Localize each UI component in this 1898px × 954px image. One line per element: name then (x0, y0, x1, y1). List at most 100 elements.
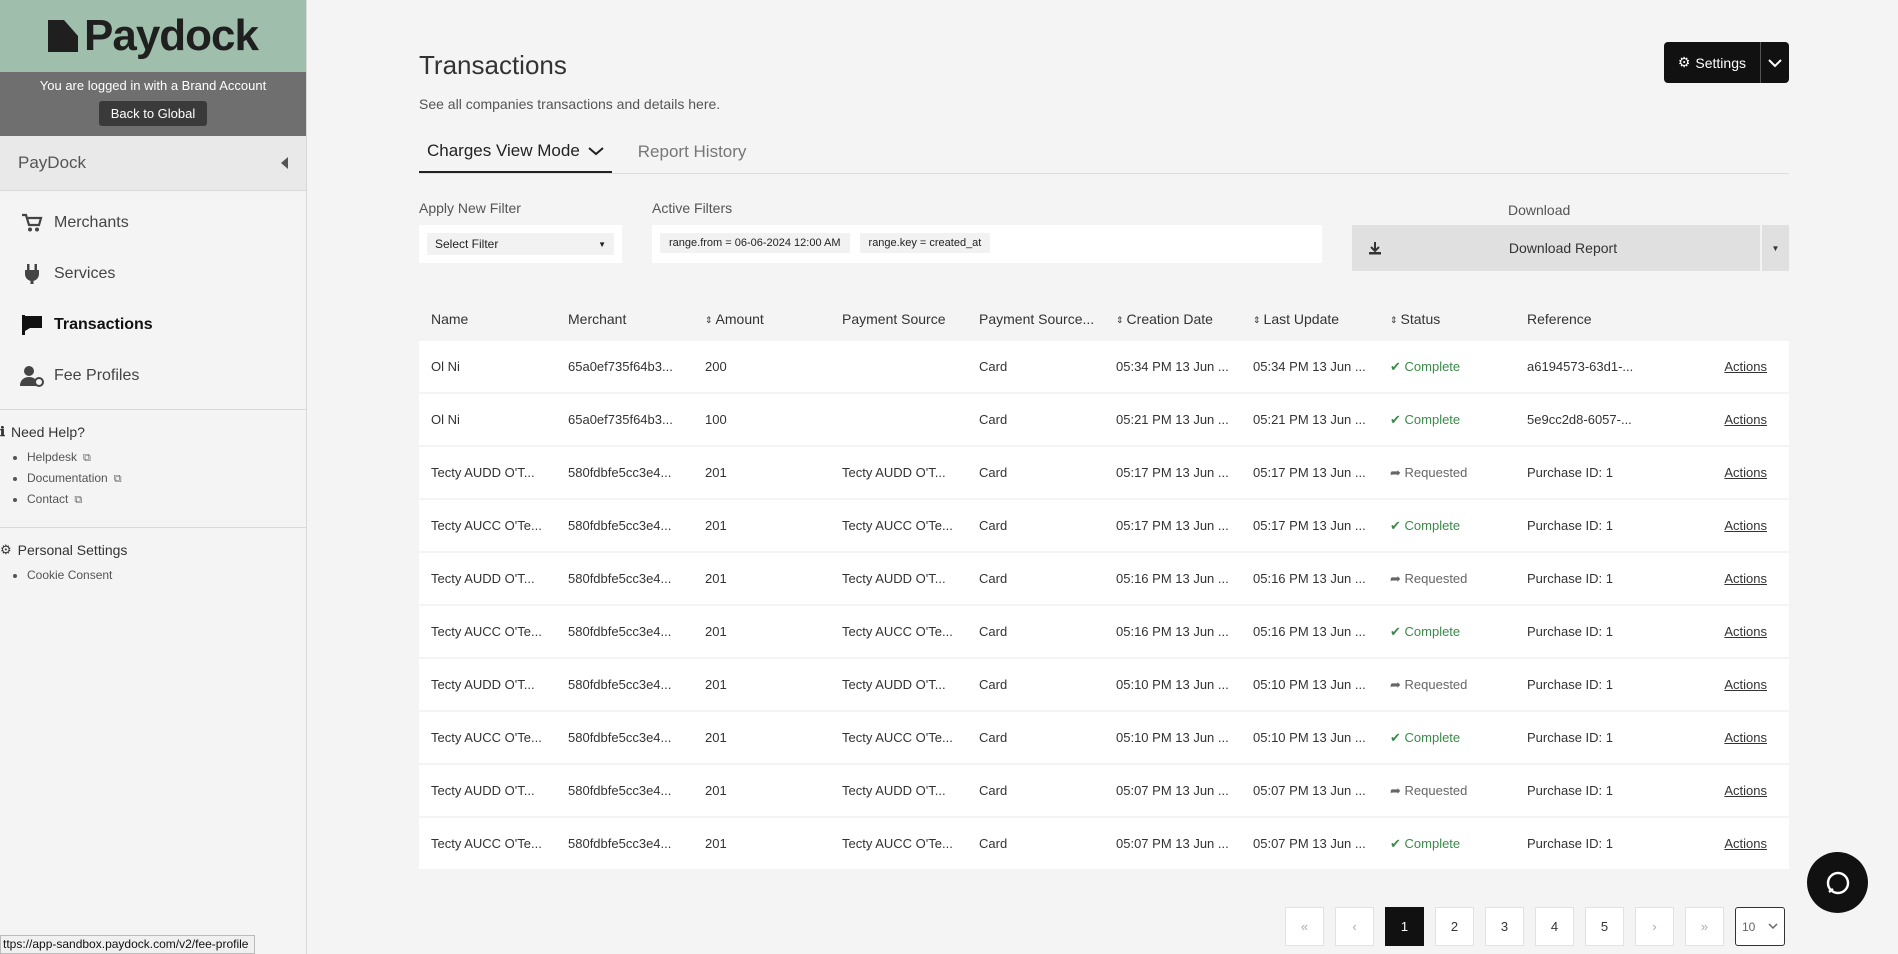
help-link-contact[interactable]: Contact⧉ (27, 492, 306, 507)
cell-actions[interactable]: Actions (1652, 783, 1789, 798)
page-button[interactable]: 4 (1535, 907, 1574, 946)
status-text: Requested (1404, 782, 1468, 798)
cell-actions[interactable]: Actions (1652, 359, 1789, 374)
cell-last-update: 05:10 PM 13 Jun ... (1253, 677, 1366, 692)
next-page-button[interactable]: › (1635, 907, 1674, 946)
filter-select[interactable]: Select Filter ▼ (427, 233, 614, 255)
filter-chip[interactable]: range.from = 06-06-2024 12:00 AM (660, 233, 850, 253)
page-button[interactable]: 5 (1585, 907, 1624, 946)
actions-link[interactable]: Actions (1724, 571, 1767, 586)
page-button[interactable]: 1 (1385, 907, 1424, 946)
status-text: Requested (1404, 464, 1468, 480)
cell-actions[interactable]: Actions (1652, 518, 1789, 533)
col-last-update[interactable]: ⇕ Last Update (1241, 311, 1378, 327)
table-row[interactable]: Tecty AUDD O'T... 580fdbfe5cc3e4... 201 Tec… (419, 765, 1789, 816)
cell-status: ✔ Complete (1378, 730, 1515, 746)
cell-payment-source-type: Card (979, 836, 1008, 851)
download-icon (1369, 242, 1381, 255)
actions-link[interactable]: Actions (1724, 518, 1767, 533)
actions-link[interactable]: Actions (1724, 624, 1767, 639)
cell-status: ➦ Requested (1378, 677, 1515, 693)
page-button[interactable]: 2 (1435, 907, 1474, 946)
table-row[interactable]: Tecty AUDD O'T... 580fdbfe5cc3e4... 201 Tec… (419, 659, 1789, 710)
table-row[interactable]: Ol Ni 65a0ef735f64b3... 100 Card 05:21 PM 13… (419, 394, 1789, 445)
table-row[interactable]: Tecty AUCC O'Te... 580fdbfe5cc3e4... 201 Te… (419, 818, 1789, 869)
cell-merchant: 580fdbfe5cc3e4... (568, 624, 672, 639)
actions-link[interactable]: Actions (1724, 465, 1767, 480)
first-page-button[interactable]: « (1285, 907, 1324, 946)
cell-reference: Purchase ID: 1 (1527, 518, 1613, 533)
settings-button[interactable]: ⚙ Settings (1664, 42, 1761, 83)
support-chat-button[interactable] (1807, 852, 1868, 913)
sidebar: Paydock You are logged in with a Brand A… (0, 0, 307, 954)
download-report-button[interactable]: Download Report (1352, 225, 1760, 271)
col-reference: Reference (1527, 311, 1592, 327)
cookie-consent-link[interactable]: Cookie Consent (27, 568, 306, 582)
actions-link[interactable]: Actions (1724, 730, 1767, 745)
cell-last-update: 05:17 PM 13 Jun ... (1253, 465, 1366, 480)
cell-actions[interactable]: Actions (1652, 730, 1789, 745)
brand-name: Paydock (84, 11, 259, 60)
check-icon: ✔ (1390, 729, 1405, 745)
page-size-select[interactable]: 10 (1735, 907, 1785, 946)
cell-actions[interactable]: Actions (1652, 465, 1789, 480)
cell-actions[interactable]: Actions (1652, 412, 1789, 427)
cell-actions[interactable]: Actions (1652, 624, 1789, 639)
status-text: Requested (1404, 570, 1468, 586)
help-link-helpdesk[interactable]: Helpdesk⧉ (27, 450, 306, 465)
company-selector[interactable]: PayDock (0, 136, 306, 191)
cell-name: Tecty AUCC O'Te... (431, 624, 542, 639)
filter-chip[interactable]: range.key = created_at (859, 233, 991, 253)
cell-actions[interactable]: Actions (1652, 836, 1789, 851)
sidebar-item-transactions[interactable]: Transactions (0, 299, 306, 350)
cell-merchant: 580fdbfe5cc3e4... (568, 518, 672, 533)
table-row[interactable]: Tecty AUCC O'Te... 580fdbfe5cc3e4... 201 Te… (419, 712, 1789, 763)
tab-charges-view-mode[interactable]: Charges View Mode (419, 131, 612, 173)
brand-header: Paydock (0, 0, 306, 72)
actions-link[interactable]: Actions (1724, 677, 1767, 692)
status-text: Complete (1404, 358, 1461, 374)
sidebar-item-merchants[interactable]: Merchants (0, 197, 306, 248)
pagination: « ‹ 1 2 3 4 5 › » 10 (1285, 907, 1785, 946)
cell-merchant: 580fdbfe5cc3e4... (568, 571, 672, 586)
cell-actions[interactable]: Actions (1652, 677, 1789, 692)
cell-payment-source: Tecty AUDD O'T... (842, 677, 946, 692)
sidebar-item-label: Transactions (54, 315, 153, 333)
col-status[interactable]: ⇕ Status (1378, 311, 1515, 327)
page-button[interactable]: 3 (1485, 907, 1524, 946)
external-link-icon: ⧉ (83, 452, 91, 464)
last-page-button[interactable]: » (1685, 907, 1724, 946)
settings-dropdown-toggle[interactable] (1761, 42, 1789, 83)
col-creation-date[interactable]: ⇕ Creation Date (1104, 311, 1241, 327)
prev-page-button[interactable]: ‹ (1335, 907, 1374, 946)
cell-payment-source: Tecty AUCC O'Te... (842, 624, 953, 639)
sidebar-item-services[interactable]: Services (0, 248, 306, 299)
cell-creation-date: 05:07 PM 13 Jun ... (1116, 783, 1229, 798)
actions-link[interactable]: Actions (1724, 359, 1767, 374)
table-row[interactable]: Tecty AUDD O'T... 580fdbfe5cc3e4... 201 Tec… (419, 447, 1789, 498)
actions-link[interactable]: Actions (1724, 412, 1767, 427)
cell-creation-date: 05:17 PM 13 Jun ... (1116, 518, 1229, 533)
sidebar-item-label: Merchants (54, 213, 129, 231)
actions-link[interactable]: Actions (1724, 836, 1767, 851)
table-row[interactable]: Ol Ni 65a0ef735f64b3... 200 Card 05:34 PM 13… (419, 341, 1789, 392)
table-row[interactable]: Tecty AUDD O'T... 580fdbfe5cc3e4... 201 Tec… (419, 553, 1789, 604)
help-link-documentation[interactable]: Documentation⧉ (27, 471, 306, 486)
back-to-global-button[interactable]: Back to Global (98, 101, 208, 126)
cell-actions[interactable]: Actions (1652, 571, 1789, 586)
actions-link[interactable]: Actions (1724, 783, 1767, 798)
cell-reference: 5e9cc2d8-6057-... (1527, 412, 1632, 427)
sidebar-item-fee-profiles[interactable]: Fee Profiles (0, 350, 306, 401)
external-link-icon: ⧉ (113, 473, 122, 485)
col-amount[interactable]: ⇕ Amount (693, 311, 830, 327)
apply-filter-box: Select Filter ▼ (419, 225, 622, 263)
table-row[interactable]: Tecty AUCC O'Te... 580fdbfe5cc3e4... 201 Te… (419, 500, 1789, 551)
download-options-toggle[interactable]: ▼ (1762, 225, 1789, 271)
cell-payment-source-type: Card (979, 465, 1008, 480)
tab-report-history[interactable]: Report History (630, 131, 755, 173)
cell-payment-source-type: Card (979, 783, 1008, 798)
table-row[interactable]: Tecty AUCC O'Te... 580fdbfe5cc3e4... 201 Te… (419, 606, 1789, 657)
collapse-sidebar-icon[interactable] (281, 157, 288, 169)
cell-reference: Purchase ID: 1 (1527, 465, 1613, 480)
paydock-logo[interactable]: Paydock (48, 11, 259, 61)
